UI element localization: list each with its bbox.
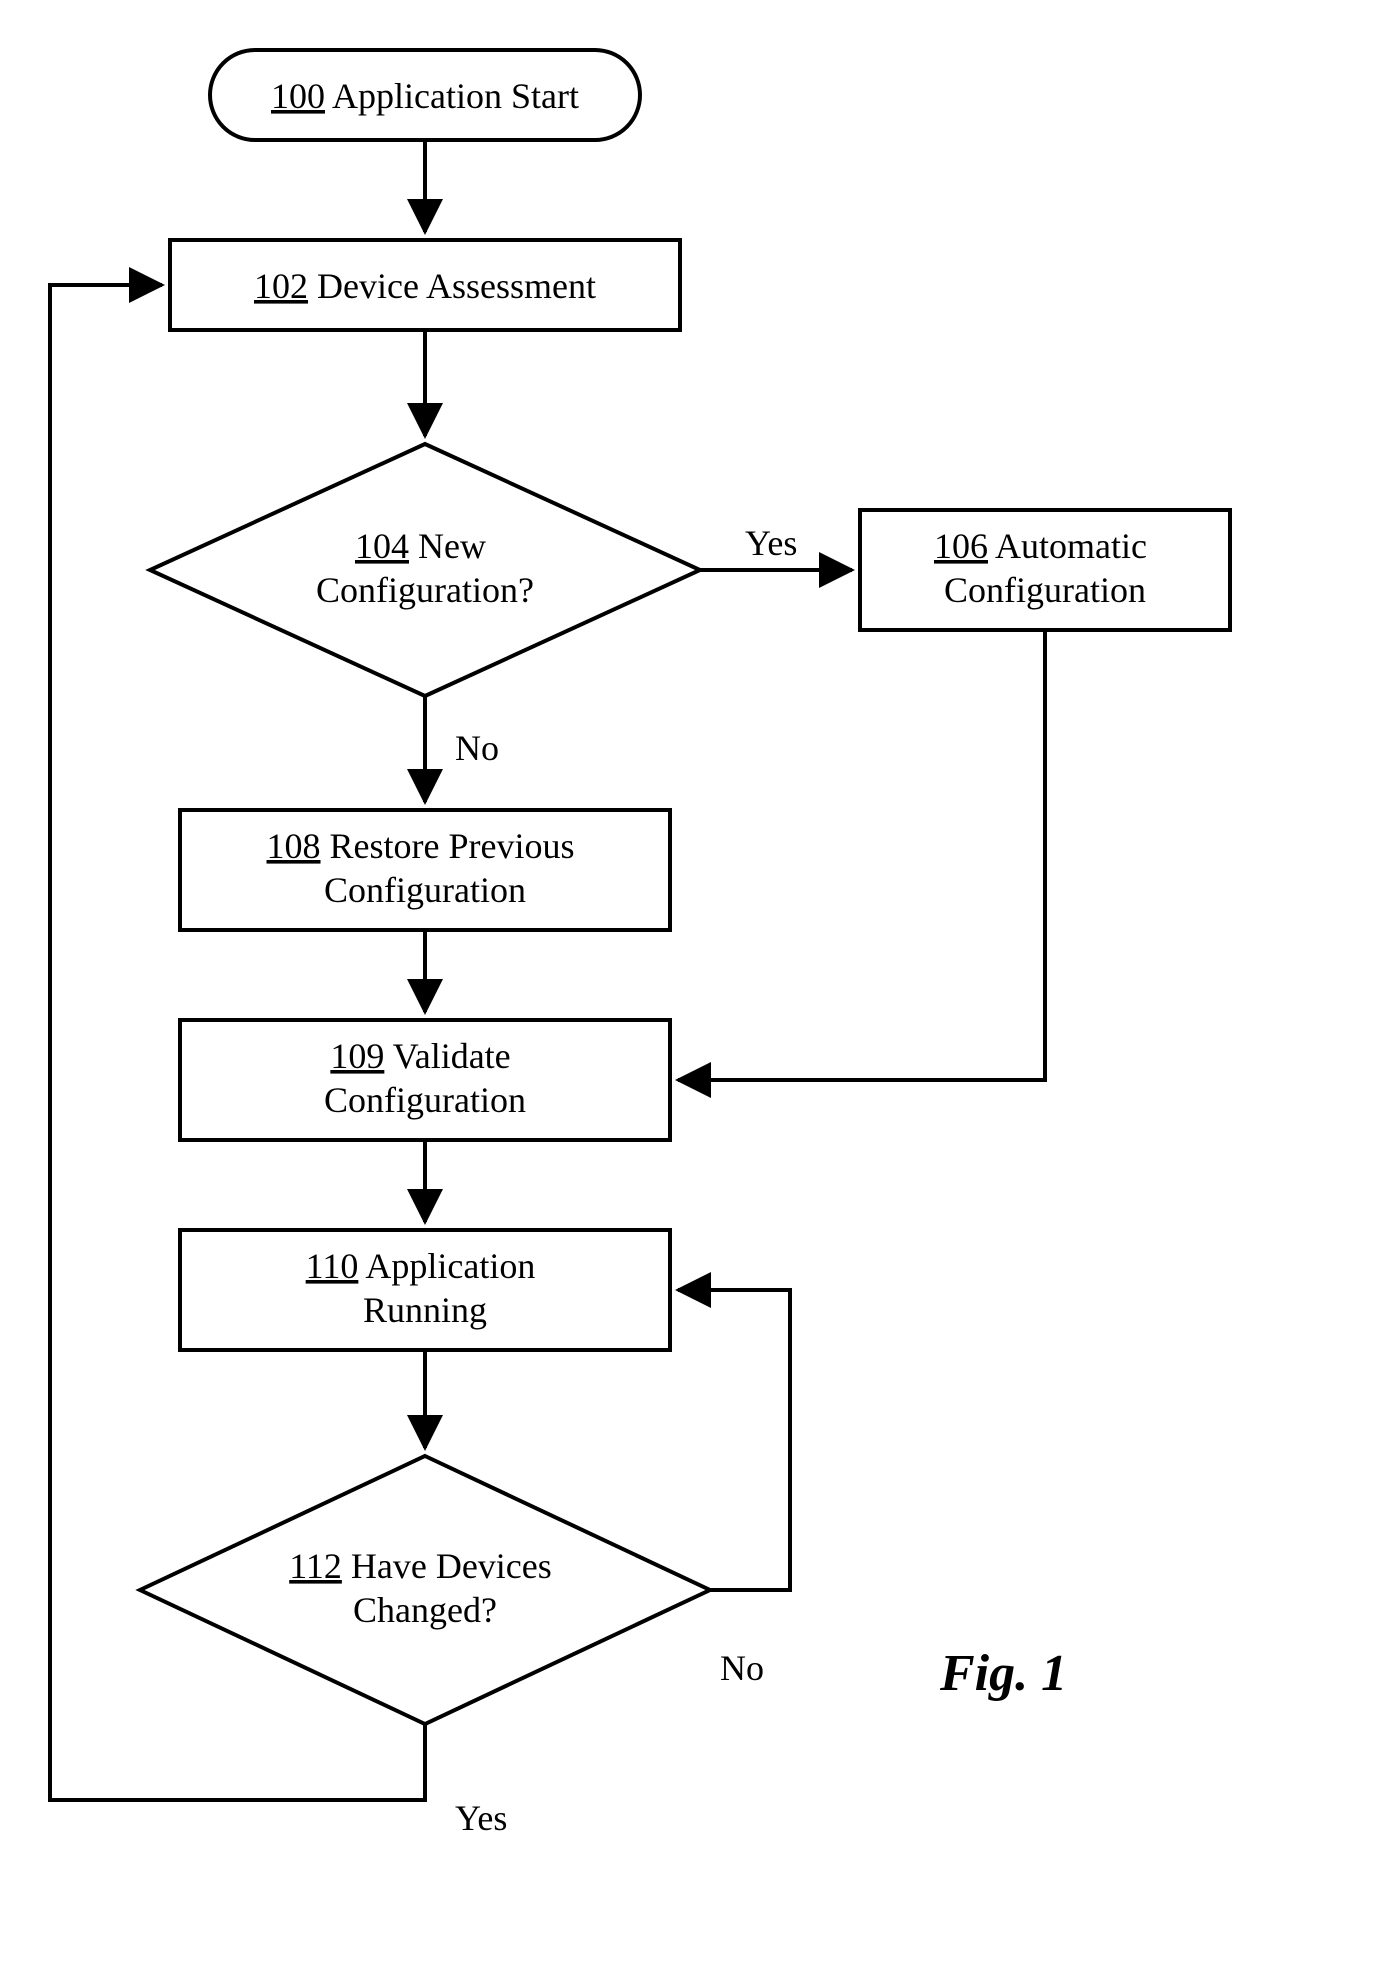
node-auto-config: 106 Automatic Configuration <box>860 510 1230 630</box>
ref-108: 108 <box>267 826 321 866</box>
lbl-112a: Have Devices <box>351 1546 552 1586</box>
edge-104-yes-label: Yes <box>745 523 797 563</box>
lbl-102: Device Assessment <box>317 266 596 306</box>
lbl-106b: Configuration <box>944 570 1146 610</box>
ref-100: 100 <box>271 76 325 116</box>
lbl-100: Application Start <box>332 76 579 116</box>
edge-112-yes-label: Yes <box>455 1798 507 1838</box>
lbl-106a: Automatic <box>995 526 1147 566</box>
lbl-108b: Configuration <box>324 870 526 910</box>
svg-text:102 Device A: 102 Device Assessment <box>254 266 596 306</box>
node-start: 100 Application Start <box>210 50 640 140</box>
node-app-running: 110 Application Running <box>180 1230 670 1350</box>
edge-104-no-label: No <box>455 728 499 768</box>
ref-102: 102 <box>254 266 308 306</box>
ref-112: 112 <box>289 1546 342 1586</box>
node-restore-prev: 108 Restore Previous Configuration <box>180 810 670 930</box>
lbl-108a: Restore Previous <box>330 826 575 866</box>
lbl-104a: New <box>418 526 486 566</box>
edge-106-109 <box>678 630 1045 1080</box>
figure-label: Fig. 1 <box>939 1645 1067 1702</box>
lbl-109a: Validate <box>393 1036 511 1076</box>
node-validate-config: 109 Validate Configuration <box>180 1020 670 1140</box>
ref-104: 104 <box>355 526 409 566</box>
flowchart: 100 Application Start 102 Device Assessm… <box>0 0 1373 1976</box>
lbl-109b: Configuration <box>324 1080 526 1120</box>
edge-112-no-label: No <box>720 1648 764 1688</box>
lbl-112b: Changed? <box>353 1590 497 1630</box>
lbl-110b: Running <box>363 1290 487 1330</box>
ref-110: 110 <box>306 1246 359 1286</box>
ref-106: 106 <box>934 526 988 566</box>
node-devices-changed-q: 112 Have Devices Changed? <box>140 1456 710 1724</box>
svg-text:100 Applicat: 100 Application Start <box>271 76 579 116</box>
node-new-configuration-q: 104 New Configuration? <box>150 444 700 696</box>
edge-112-no <box>678 1290 790 1590</box>
node-device-assessment: 102 Device Assessment <box>170 240 680 330</box>
ref-109: 109 <box>330 1036 384 1076</box>
lbl-104b: Configuration? <box>316 570 534 610</box>
lbl-110a: Application <box>365 1246 535 1286</box>
